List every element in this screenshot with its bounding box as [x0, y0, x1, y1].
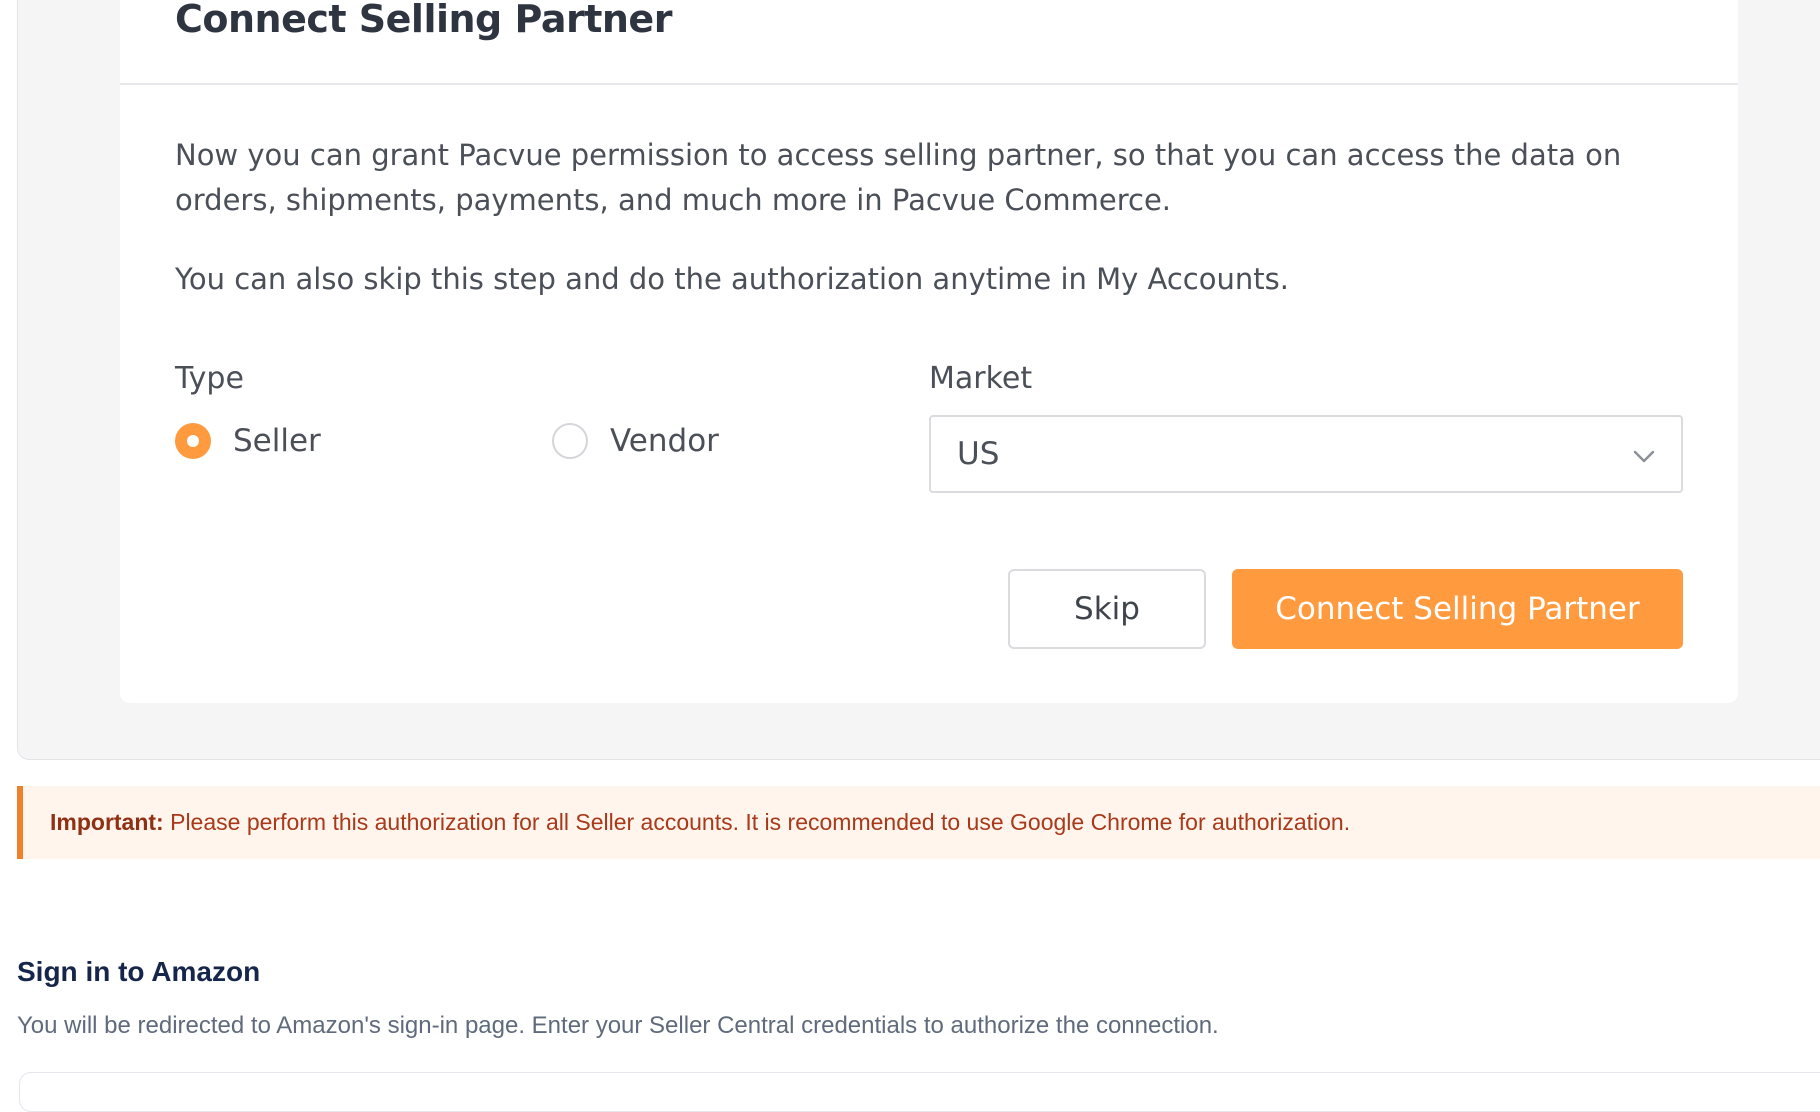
connect-panel: Connect Selling Partner Now you can gran… [17, 0, 1820, 760]
skip-button[interactable]: Skip [1008, 569, 1206, 649]
dialog-title: Connect Selling Partner [175, 0, 672, 41]
radio-seller-label[interactable]: Seller [233, 423, 321, 459]
market-label: Market [929, 361, 1033, 396]
radio-seller[interactable]: Seller [175, 423, 321, 459]
signin-container [19, 1072, 1820, 1112]
radio-vendor-label[interactable]: Vendor [610, 423, 719, 459]
chevron-down-icon [1633, 450, 1655, 463]
dialog-skip-hint: You can also skip this step and do the a… [175, 262, 1289, 296]
connect-dialog-card: Connect Selling Partner Now you can gran… [120, 0, 1738, 703]
signin-description: You will be redirected to Amazon's sign-… [17, 1012, 1219, 1039]
connect-selling-partner-button[interactable]: Connect Selling Partner [1232, 569, 1683, 649]
radio-checked-icon[interactable] [175, 423, 211, 459]
notice-label: Important: [50, 809, 164, 835]
signin-title: Sign in to Amazon [17, 956, 261, 987]
market-select-value: US [957, 436, 1000, 472]
dialog-description: Now you can grant Pacvue permission to a… [175, 138, 1622, 217]
type-label: Type [175, 361, 244, 396]
radio-unchecked-icon[interactable] [552, 423, 588, 459]
market-select[interactable]: US [929, 415, 1683, 493]
dialog-header: Connect Selling Partner [120, 0, 1738, 85]
notice-text: Please perform this authorization for al… [163, 809, 1351, 835]
radio-vendor[interactable]: Vendor [552, 423, 719, 459]
important-notice: Important: Please perform this authoriza… [17, 786, 1820, 859]
